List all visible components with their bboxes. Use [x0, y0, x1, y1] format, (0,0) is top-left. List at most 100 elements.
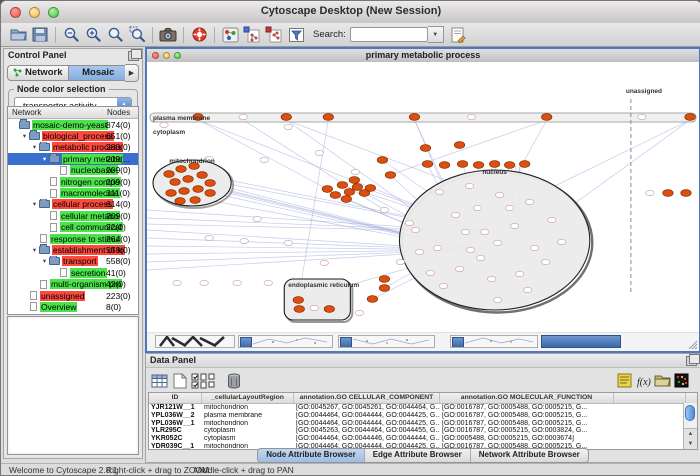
- snapshot-icon[interactable]: [158, 25, 178, 45]
- network-node-orange[interactable]: [164, 171, 174, 178]
- table-vertical-scrollbar[interactable]: ▲▼: [683, 403, 697, 449]
- network-node-white[interactable]: [530, 245, 538, 250]
- network-node-white[interactable]: [426, 270, 434, 275]
- network-node-white[interactable]: [173, 280, 181, 285]
- region-plasma-membrane[interactable]: [150, 113, 696, 122]
- create-attribute-icon[interactable]: [170, 371, 189, 390]
- network-node-white[interactable]: [253, 216, 261, 221]
- network-node-orange[interactable]: [330, 192, 340, 199]
- network-node-orange[interactable]: [349, 177, 359, 184]
- network-node-white[interactable]: [396, 259, 404, 264]
- network-node-white[interactable]: [200, 280, 208, 285]
- network-node-orange[interactable]: [420, 145, 430, 152]
- network-node-orange[interactable]: [344, 189, 354, 196]
- network-node-white[interactable]: [264, 280, 272, 285]
- table-row[interactable]: YJR121W__1mitochondrion[GO:0045267, GO:0…: [149, 404, 697, 412]
- network-node-white[interactable]: [355, 310, 363, 315]
- network-node-white[interactable]: [405, 220, 413, 225]
- network-node-orange[interactable]: [293, 297, 303, 304]
- network-node-white[interactable]: [451, 212, 459, 217]
- network-node-orange[interactable]: [324, 306, 334, 313]
- network-node-orange[interactable]: [489, 161, 499, 168]
- network-node-orange[interactable]: [504, 162, 514, 169]
- network-node-white[interactable]: [239, 114, 247, 119]
- annotation-icon[interactable]: [448, 25, 468, 45]
- expander-icon[interactable]: ▾: [30, 246, 39, 254]
- network-node-orange[interactable]: [681, 190, 691, 197]
- network-node-orange[interactable]: [205, 180, 215, 187]
- select-attributes-icon[interactable]: [189, 371, 208, 390]
- network-node-orange[interactable]: [379, 285, 389, 292]
- network-node-orange[interactable]: [170, 179, 180, 186]
- tree-row-17[interactable]: Overview8(0): [8, 301, 138, 312]
- attribute-grid-icon[interactable]: [150, 371, 169, 390]
- load-attributes-icon[interactable]: [653, 371, 672, 390]
- network-node-orange[interactable]: [663, 190, 673, 197]
- network-node-orange[interactable]: [385, 172, 395, 179]
- tab-mosaic[interactable]: Mosaic: [69, 65, 130, 81]
- network-node-orange[interactable]: [281, 114, 291, 121]
- network-view-frame[interactable]: primary metabolic process plasma membran…: [145, 47, 700, 353]
- network-node-orange[interactable]: [542, 114, 552, 121]
- column-header[interactable]: ID: [149, 393, 202, 403]
- tree-row-15[interactable]: multi-organism pro42(0): [8, 278, 138, 289]
- network-node-orange[interactable]: [457, 161, 467, 168]
- network-node-white[interactable]: [380, 207, 388, 212]
- network-node-orange[interactable]: [422, 161, 432, 168]
- network-node-orange[interactable]: [197, 172, 207, 179]
- network-node-white[interactable]: [233, 280, 241, 285]
- column-header[interactable]: _cellularLayoutRegion: [202, 393, 294, 403]
- scrollbar-thumb[interactable]: [685, 405, 695, 421]
- minimized-window-3[interactable]: [338, 335, 435, 348]
- network-node-orange[interactable]: [473, 162, 483, 169]
- network-node-white[interactable]: [240, 238, 248, 243]
- tab-edge-attribute-browser[interactable]: Edge Attribute Browser: [364, 449, 470, 462]
- network-node-white[interactable]: [495, 192, 503, 197]
- table-row[interactable]: YLR295Ccytoplasm[GO:0045263, GO:0044464,…: [149, 427, 697, 435]
- tab-network[interactable]: Network: [7, 65, 69, 81]
- network-node-orange[interactable]: [365, 185, 375, 192]
- table-row[interactable]: YPL036W__2plasma membrane[GO:0044464, GO…: [149, 412, 697, 420]
- network-node-orange[interactable]: [166, 190, 176, 197]
- network-node-white[interactable]: [493, 240, 501, 245]
- network-node-white[interactable]: [284, 124, 292, 129]
- network-node-orange[interactable]: [367, 296, 377, 303]
- table-row[interactable]: YKR052Ccytoplasm[GO:0044464, GO:0044446,…: [149, 435, 697, 443]
- column-header[interactable]: annotation.GO MOLECULAR_FUNCTION: [440, 393, 614, 403]
- table-row[interactable]: YPL036W__1mitochondrion[GO:0044464, GO:0…: [149, 420, 697, 428]
- tree-row-9[interactable]: cellular metabo209(0): [8, 210, 138, 221]
- tree-row-2[interactable]: ▾biological_process651(0): [8, 130, 138, 141]
- attribute-matrix-icon[interactable]: [672, 371, 691, 390]
- float-panel-icon[interactable]: [686, 356, 697, 366]
- network-node-white[interactable]: [310, 305, 318, 310]
- scrollbar-arrows[interactable]: ▲▼: [684, 428, 697, 449]
- zoom-selected-region-icon[interactable]: [127, 25, 147, 45]
- minimized-window-1[interactable]: [155, 335, 235, 348]
- expander-icon[interactable]: ▾: [40, 155, 49, 163]
- network-node-white[interactable]: [505, 205, 513, 210]
- network-node-white[interactable]: [461, 229, 469, 234]
- tree-row-8[interactable]: ▾cellular process614(0): [8, 199, 138, 210]
- network-node-orange[interactable]: [190, 197, 200, 204]
- zoom-fit-icon[interactable]: [105, 25, 125, 45]
- network-node-orange[interactable]: [323, 114, 333, 121]
- network-node-white[interactable]: [646, 190, 654, 195]
- minimized-window-4[interactable]: [450, 335, 538, 348]
- network-node-white[interactable]: [320, 260, 328, 265]
- import-attributes-icon[interactable]: [615, 371, 634, 390]
- open-file-icon[interactable]: [8, 25, 28, 45]
- network-edge[interactable]: [298, 120, 328, 300]
- network-node-orange[interactable]: [294, 306, 304, 313]
- vizmapper-icon[interactable]: [220, 25, 240, 45]
- minimized-window-2[interactable]: [238, 335, 333, 348]
- network-node-white[interactable]: [205, 235, 213, 240]
- network-node-white[interactable]: [467, 114, 475, 119]
- expander-icon[interactable]: ▾: [40, 257, 49, 265]
- network-node-white[interactable]: [510, 223, 518, 228]
- tree-row-16[interactable]: unassigned223(0): [8, 290, 138, 301]
- column-header[interactable]: annotation.GO CELLULAR_COMPONENT: [294, 393, 440, 403]
- network-canvas[interactable]: plasma membranecytoplasmmitochondrionnuc…: [147, 62, 699, 333]
- network-node-white[interactable]: [260, 157, 268, 162]
- network-node-orange[interactable]: [685, 114, 695, 121]
- save-icon[interactable]: [30, 25, 50, 45]
